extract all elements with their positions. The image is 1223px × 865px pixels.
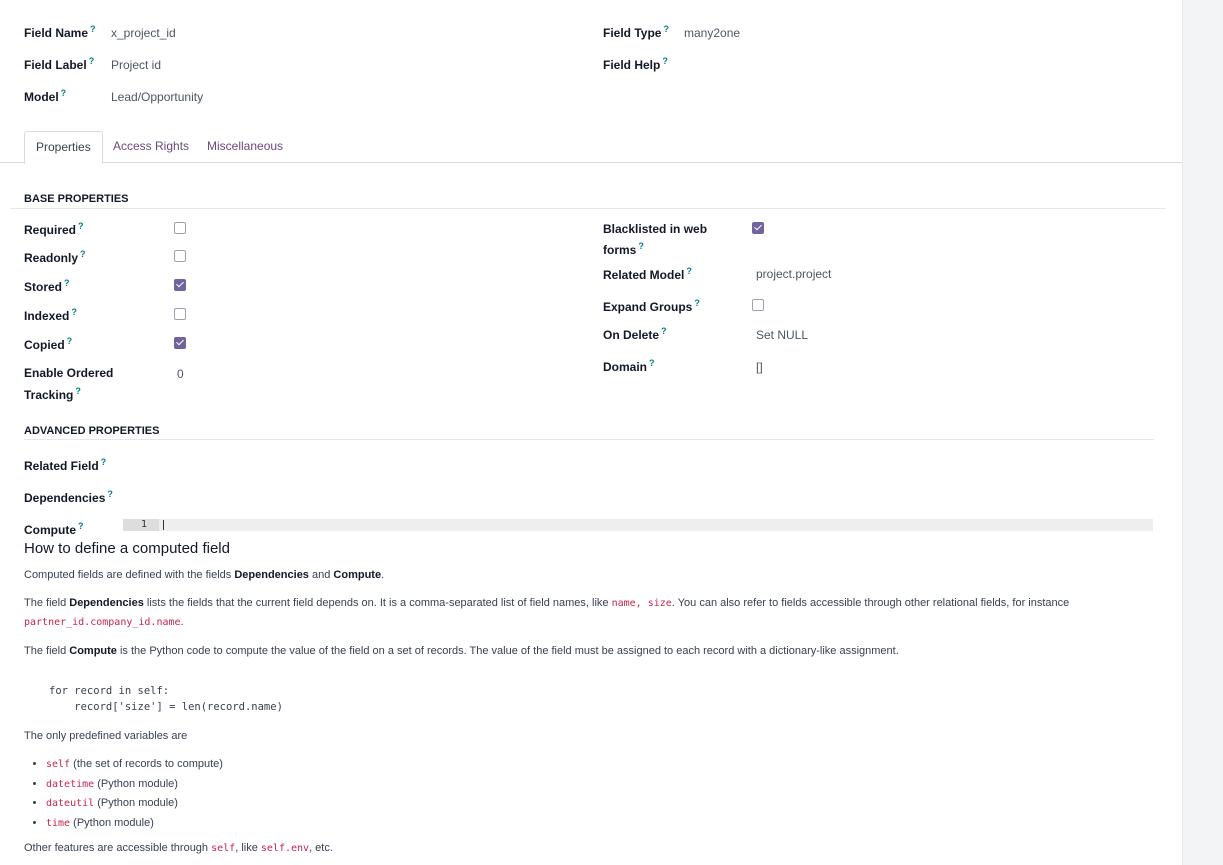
blacklisted-checkbox[interactable]: [752, 222, 764, 234]
help-paragraph-2: The field Dependencies lists the fields …: [24, 597, 1070, 628]
help-tooltip-icon[interactable]: ?: [662, 56, 668, 66]
tab-access-rights[interactable]: Access Rights: [102, 131, 200, 161]
domain-label: Domain?: [603, 358, 655, 374]
help-tooltip-icon[interactable]: ?: [101, 457, 107, 467]
predefined-variables-list: self (the set of records to compute) dat…: [24, 755, 223, 833]
help-tooltip-icon[interactable]: ?: [75, 386, 81, 396]
notebook-tabs: Properties Access Rights Miscellaneous: [0, 131, 1182, 164]
domain-value[interactable]: []: [756, 360, 763, 374]
field-name-value[interactable]: x_project_id: [111, 26, 176, 40]
help-paragraph-4: The only predefined variables are: [24, 730, 188, 742]
help-tooltip-icon[interactable]: ?: [694, 298, 700, 308]
code-example: for record in self: record['size'] = len…: [49, 685, 283, 713]
help-tooltip-icon[interactable]: ?: [638, 241, 644, 251]
field-name-label: Field Name?: [24, 24, 96, 40]
expand-groups-checkbox[interactable]: [752, 299, 764, 311]
on-delete-select[interactable]: Set NULL: [756, 328, 808, 342]
readonly-checkbox[interactable]: [174, 250, 186, 262]
help-tooltip-icon[interactable]: ?: [61, 88, 67, 98]
help-paragraph-5: Other features are accessible through se…: [24, 842, 333, 854]
help-tooltip-icon[interactable]: ?: [661, 326, 667, 336]
dependencies-label: Dependencies?: [24, 489, 113, 505]
stored-label: Stored?: [24, 278, 70, 294]
field-label-label: Field Label?: [24, 56, 95, 72]
help-paragraph-1: Computed fields are defined with the fie…: [24, 569, 385, 581]
field-label-value[interactable]: Project id: [111, 58, 161, 72]
tracking-value[interactable]: 0: [177, 367, 184, 381]
help-tooltip-icon[interactable]: ?: [71, 307, 77, 317]
base-properties-heading: BASE PROPERTIES: [24, 193, 129, 205]
help-tooltip-icon[interactable]: ?: [80, 249, 86, 259]
related-field-label: Related Field?: [24, 457, 107, 473]
list-item: self (the set of records to compute): [46, 755, 223, 775]
stored-checkbox[interactable]: [174, 279, 186, 291]
help-tooltip-icon[interactable]: ?: [649, 358, 655, 368]
help-tooltip-icon[interactable]: ?: [78, 221, 84, 231]
list-item: datetime (Python module): [46, 775, 223, 795]
editor-cursor: [163, 520, 164, 530]
right-scroll-area: [1182, 0, 1223, 865]
indexed-checkbox[interactable]: [174, 308, 186, 320]
help-tooltip-icon[interactable]: ?: [64, 278, 70, 288]
compute-label: Compute?: [24, 521, 84, 537]
help-tooltip-icon[interactable]: ?: [107, 489, 113, 499]
model-label: Model?: [24, 88, 67, 104]
compute-code-editor[interactable]: 1: [123, 519, 1153, 531]
expand-groups-label: Expand Groups?: [603, 298, 700, 314]
required-checkbox[interactable]: [174, 222, 186, 234]
advanced-properties-heading: ADVANCED PROPERTIES: [24, 425, 160, 437]
readonly-label: Readonly?: [24, 249, 86, 265]
help-title: How to define a computed field: [24, 540, 230, 557]
line-number: 1: [140, 519, 147, 530]
field-type-value[interactable]: many2one: [684, 26, 740, 40]
copied-checkbox[interactable]: [174, 337, 186, 349]
related-model-value[interactable]: project.project: [756, 267, 831, 281]
section-divider: [10, 208, 1166, 209]
copied-label: Copied?: [24, 336, 73, 352]
list-item: dateutil (Python module): [46, 794, 223, 814]
field-type-label: Field Type?: [603, 24, 669, 40]
section-divider: [24, 439, 1154, 440]
related-model-label: Related Model?: [603, 266, 692, 282]
help-tooltip-icon[interactable]: ?: [89, 56, 95, 66]
required-label: Required?: [24, 221, 84, 237]
on-delete-label: On Delete?: [603, 326, 667, 342]
tracking-label: Enable Ordered Tracking?: [24, 366, 114, 402]
blacklisted-label: Blacklisted in web forms?: [603, 222, 708, 257]
help-tooltip-icon[interactable]: ?: [90, 24, 96, 34]
editor-gutter: 1: [123, 519, 159, 531]
list-item: time (Python module): [46, 814, 223, 834]
tab-miscellaneous[interactable]: Miscellaneous: [196, 131, 294, 161]
tab-properties[interactable]: Properties: [24, 131, 103, 164]
help-tooltip-icon[interactable]: ?: [67, 336, 73, 346]
field-help-label: Field Help?: [603, 56, 668, 72]
help-tooltip-icon[interactable]: ?: [663, 24, 669, 34]
help-tooltip-icon[interactable]: ?: [78, 521, 84, 531]
model-value[interactable]: Lead/Opportunity: [111, 90, 203, 104]
help-tooltip-icon[interactable]: ?: [686, 266, 692, 276]
help-paragraph-3: The field Compute is the Python code to …: [24, 645, 899, 657]
indexed-label: Indexed?: [24, 307, 77, 323]
